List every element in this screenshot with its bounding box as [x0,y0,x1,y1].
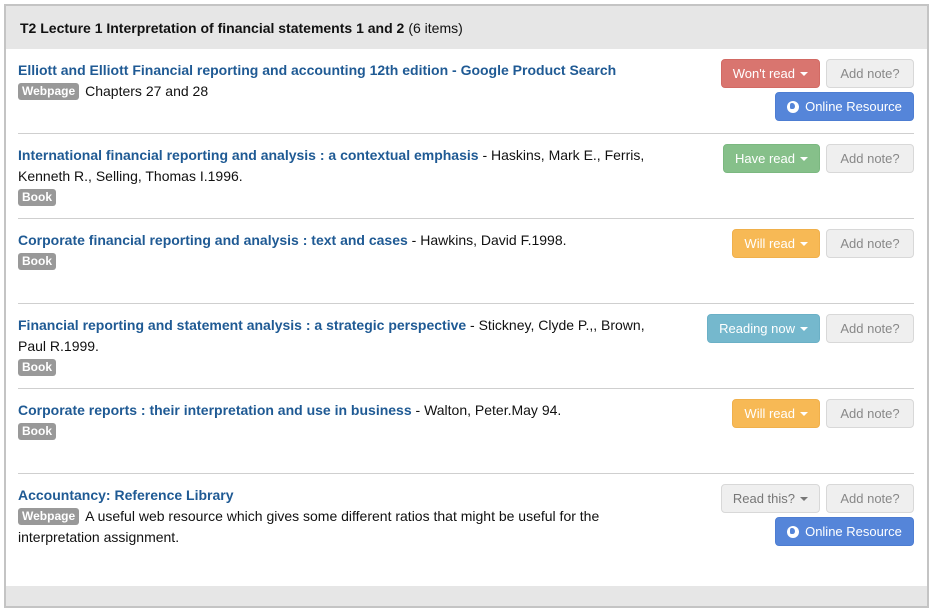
section-header: T2 Lecture 1 Interpretation of financial… [6,6,927,49]
online-resource-button[interactable]: Online Resource [775,92,914,121]
reading-status-dropdown[interactable]: Have read [723,144,820,173]
item-note: A useful web resource which gives some d… [18,508,600,545]
type-badge: Webpage [18,83,80,100]
type-badge: Book [18,189,56,206]
reading-status-dropdown[interactable]: Read this? [720,484,820,513]
add-note-button[interactable]: Add note? [826,229,914,258]
item-body: Financial reporting and statement analys… [18,315,668,378]
list-item: Corporate reports : their interpretation… [18,389,914,474]
status-label: Have read [735,151,795,166]
status-label: Will read [744,406,795,421]
reading-status-dropdown[interactable]: Won't read [720,59,820,88]
item-body: International financial reporting and an… [18,145,668,208]
item-count: (6 items) [408,19,463,36]
caret-down-icon [800,496,808,501]
type-badge: Book [18,359,56,376]
online-resource-label: Online Resource [805,99,902,114]
caret-down-icon [800,411,808,416]
item-authors: - Walton, Peter.May 94. [411,402,562,418]
item-body: Corporate reports : their interpretation… [18,400,668,442]
globe-icon [787,525,800,538]
list-item: Elliott and Elliott Financial reporting … [18,49,914,134]
list-item: Corporate financial reporting and analys… [18,219,914,304]
list-item: Accountancy: Reference Library Webpage A … [18,474,914,569]
add-note-button[interactable]: Add note? [826,59,914,88]
item-actions: Read this? Add note? Online Resource [694,484,914,546]
caret-down-icon [800,156,808,161]
item-title-link[interactable]: International financial reporting and an… [18,147,479,163]
type-badge: Book [18,253,56,270]
add-note-button[interactable]: Add note? [826,314,914,343]
reading-status-dropdown[interactable]: Reading now [707,314,820,343]
type-badge: Webpage [18,508,80,525]
add-note-button[interactable]: Add note? [826,399,914,428]
globe-icon [787,100,800,113]
add-note-button[interactable]: Add note? [826,144,914,173]
item-authors: - Hawkins, David F.1998. [407,232,567,248]
reading-status-dropdown[interactable]: Will read [732,399,820,428]
status-label: Reading now [719,321,795,336]
status-label: Won't read [732,66,795,81]
reading-status-dropdown[interactable]: Will read [732,229,820,258]
item-actions: Will read Add note? [694,229,914,258]
resource-list: Elliott and Elliott Financial reporting … [6,49,927,569]
item-actions: Have read Add note? [694,144,914,173]
caret-down-icon [800,241,808,246]
item-title-link[interactable]: Financial reporting and statement analys… [18,317,466,333]
list-item: International financial reporting and an… [18,134,914,219]
type-badge: Book [18,423,56,440]
item-actions: Won't read Add note? Online Resource [694,59,914,121]
panel-footer [6,586,927,606]
section-title: T2 Lecture 1 Interpretation of financial… [20,19,405,36]
status-label: Will read [744,236,795,251]
item-actions: Will read Add note? [694,399,914,428]
reading-list-panel: T2 Lecture 1 Interpretation of financial… [4,4,929,608]
item-body: Corporate financial reporting and analys… [18,230,668,272]
add-note-button[interactable]: Add note? [826,484,914,513]
item-title-link[interactable]: Corporate financial reporting and analys… [18,232,408,248]
online-resource-label: Online Resource [805,524,902,539]
online-resource-button[interactable]: Online Resource [775,517,914,546]
item-title-link[interactable]: Elliott and Elliott Financial reporting … [18,62,616,78]
item-title-link[interactable]: Accountancy: Reference Library [18,487,234,503]
status-label: Read this? [732,491,795,506]
list-item: Financial reporting and statement analys… [18,304,914,389]
item-actions: Reading now Add note? [694,314,914,343]
item-body: Accountancy: Reference Library Webpage A … [18,485,668,548]
item-title-link[interactable]: Corporate reports : their interpretation… [18,402,412,418]
item-note: Chapters 27 and 28 [85,83,209,99]
caret-down-icon [800,326,808,331]
caret-down-icon [800,71,808,76]
item-body: Elliott and Elliott Financial reporting … [18,60,668,102]
